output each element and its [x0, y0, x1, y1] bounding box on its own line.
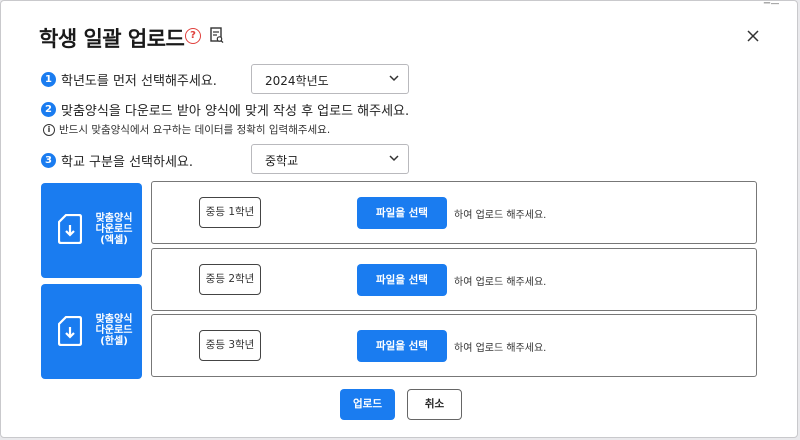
school-type-select-value: 중학교	[265, 154, 299, 168]
grade-label: 중등 1학년	[199, 197, 261, 228]
file-download-icon	[58, 214, 82, 244]
upload-hint: 하여 업로드 해주세요.	[454, 343, 547, 354]
upload-button[interactable]: 업로드	[340, 389, 395, 420]
step-3-text: 학교 구분을 선택하세요.	[61, 155, 193, 170]
download-hwp-template-button[interactable]: 맞춤양식 다운로드 (한셀)	[41, 284, 142, 379]
cancel-button[interactable]: 취소	[407, 389, 462, 420]
chevron-down-icon	[389, 75, 399, 82]
upload-hint: 하여 업로드 해주세요.	[454, 277, 547, 288]
step-1-badge: 1	[41, 72, 56, 87]
info-icon: i	[43, 124, 55, 136]
grade-label: 중등 3학년	[199, 330, 261, 361]
school-type-select[interactable]: 중학교	[251, 144, 409, 174]
grade-row-1: 중등 1학년 파일을 선택 하여 업로드 해주세요.	[151, 181, 757, 244]
download-excel-template-button[interactable]: 맞춤양식 다운로드 (엑셀)	[41, 183, 142, 278]
bulk-upload-dialog: ー― 학생 일괄 업로드 ? 1 학년도를 먼저 선택해주세요. 2024학년도…	[0, 0, 798, 438]
file-download-icon	[58, 316, 82, 346]
label-line: 다운로드	[95, 325, 133, 336]
dialog-title: 학생 일괄 업로드	[39, 27, 185, 51]
label-line: (엑셀)	[100, 235, 128, 246]
step-2-badge: 2	[41, 102, 56, 117]
document-search-icon[interactable]	[210, 27, 224, 44]
grade-row-3: 중등 3학년 파일을 선택 하여 업로드 해주세요.	[151, 314, 757, 377]
grade-row-2: 중등 2학년 파일을 선택 하여 업로드 해주세요.	[151, 248, 757, 311]
label-line: 다운로드	[95, 224, 133, 235]
upload-hint: 하여 업로드 해주세요.	[454, 210, 547, 221]
step-2-text: 맞춤양식을 다운로드 받아 양식에 맞게 작성 후 업로드 해주세요.	[61, 104, 410, 119]
step-1-text: 학년도를 먼저 선택해주세요.	[61, 74, 217, 89]
select-file-button-grade-2[interactable]: 파일을 선택	[357, 264, 447, 296]
label-line: 맞춤양식	[95, 314, 133, 325]
chevron-down-icon	[389, 155, 399, 162]
note-text: 반드시 맞춤양식에서 요구하는 데이터를 정확히 입력해주세요.	[59, 124, 331, 136]
download-excel-label: 맞춤양식 다운로드 (엑셀)	[89, 213, 139, 246]
select-file-button-grade-1[interactable]: 파일을 선택	[357, 197, 447, 229]
label-line: (한셀)	[100, 336, 128, 347]
year-select[interactable]: 2024학년도	[251, 64, 409, 94]
grade-label: 중등 2학년	[199, 264, 261, 295]
step-3-badge: 3	[41, 153, 56, 168]
corner-mark: ー―	[763, 0, 779, 8]
select-file-button-grade-3[interactable]: 파일을 선택	[357, 330, 447, 362]
help-icon[interactable]: ?	[185, 28, 201, 44]
close-icon[interactable]	[747, 30, 759, 42]
download-hwp-label: 맞춤양식 다운로드 (한셀)	[89, 314, 139, 347]
year-select-value: 2024학년도	[265, 74, 329, 88]
label-line: 맞춤양식	[95, 213, 133, 224]
